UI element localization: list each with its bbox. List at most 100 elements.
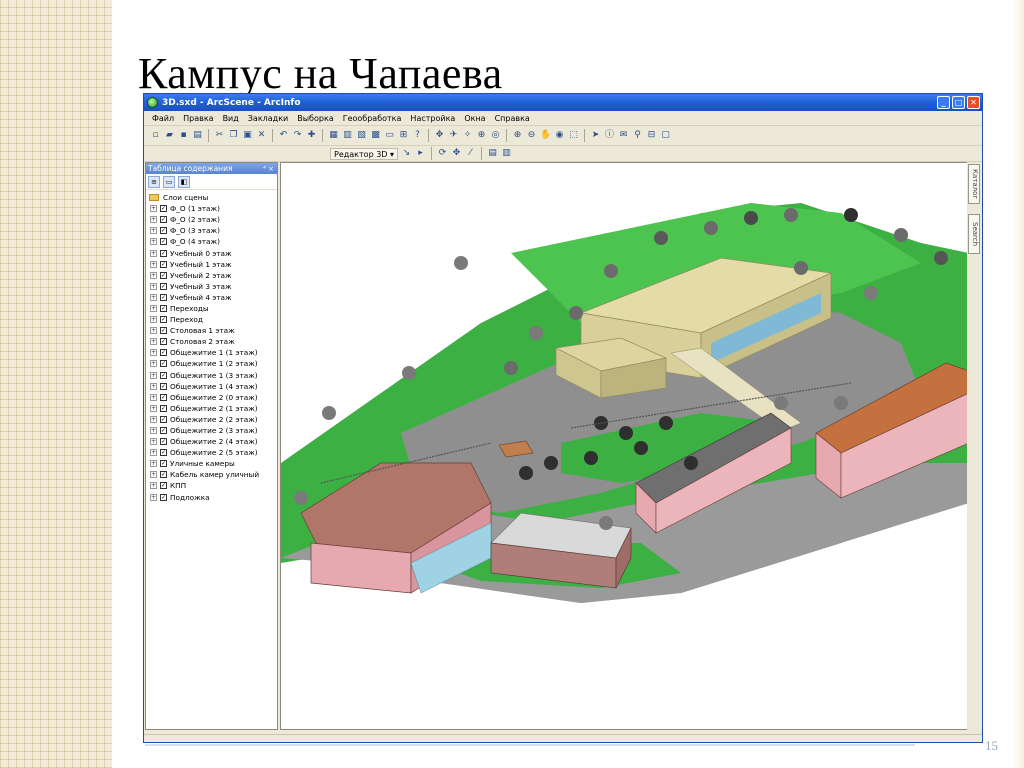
measure-icon[interactable]: ⊟: [646, 130, 657, 141]
expand-icon[interactable]: +: [150, 427, 157, 435]
layer-item[interactable]: + ✓ Общежитие 1 (4 этаж): [146, 381, 277, 392]
sketch-tool-icon[interactable]: ▸: [415, 148, 426, 159]
layer-item[interactable]: + ✓ Учебный 0 этаж: [146, 247, 277, 258]
expand-icon[interactable]: +: [150, 260, 157, 268]
full-extent-icon[interactable]: ◉: [554, 130, 565, 141]
expand-icon[interactable]: +: [150, 282, 157, 290]
menu-selection[interactable]: Выборка: [297, 114, 333, 123]
layer-item[interactable]: + ✓ Подложка: [146, 492, 277, 503]
layer-visibility-checkbox[interactable]: ✓: [160, 382, 167, 390]
layer-item[interactable]: + ✓ Ф_О (2 этаж): [146, 214, 277, 225]
layer-item[interactable]: + ✓ Общежитие 2 (1 этаж): [146, 403, 277, 414]
expand-icon[interactable]: +: [150, 304, 157, 312]
scene-layers-root[interactable]: Слои сцены: [146, 192, 277, 203]
copy-icon[interactable]: ❐: [228, 130, 239, 141]
layer-visibility-checkbox[interactable]: ✓: [160, 293, 167, 301]
layer-visibility-checkbox[interactable]: ✓: [160, 216, 167, 224]
expand-icon[interactable]: +: [150, 482, 157, 490]
identify-icon[interactable]: ⓘ: [604, 130, 615, 141]
layer-visibility-checkbox[interactable]: ✓: [160, 404, 167, 412]
expand-icon[interactable]: +: [150, 349, 157, 357]
fly-icon[interactable]: ✈: [448, 130, 459, 141]
set-observer-icon[interactable]: ◎: [490, 130, 501, 141]
layer-item[interactable]: + ✓ Ф_О (4 этаж): [146, 236, 277, 247]
table-icon[interactable]: ▥: [342, 130, 353, 141]
print-icon[interactable]: ▤: [192, 130, 203, 141]
list-by-source-icon[interactable]: ▭: [163, 175, 175, 188]
layer-item[interactable]: + ✓ Ф_О (1 этаж): [146, 203, 277, 214]
add-data-icon[interactable]: ✚: [306, 130, 317, 141]
open-folder-icon[interactable]: ▰: [164, 130, 175, 141]
save-icon[interactable]: ▪: [178, 130, 189, 141]
expand-icon[interactable]: +: [150, 393, 157, 401]
expand-icon[interactable]: +: [150, 493, 157, 501]
3d-scene-viewer[interactable]: [280, 162, 968, 730]
cut-icon[interactable]: ✂: [214, 130, 225, 141]
layer-visibility-checkbox[interactable]: ✓: [160, 304, 167, 312]
find-icon[interactable]: ⚲: [632, 130, 643, 141]
menu-edit[interactable]: Правка: [183, 114, 213, 123]
layer-item[interactable]: + ✓ Столовая 1 этаж: [146, 325, 277, 336]
layer-visibility-checkbox[interactable]: ✓: [160, 349, 167, 357]
layer-visibility-checkbox[interactable]: ✓: [160, 205, 167, 213]
select-features-icon[interactable]: ⬚: [568, 130, 579, 141]
rotate-icon[interactable]: ⟳: [437, 148, 448, 159]
menu-file[interactable]: Файл: [152, 114, 174, 123]
expand-icon[interactable]: +: [150, 460, 157, 468]
layer-visibility-checkbox[interactable]: ✓: [160, 282, 167, 290]
layer-visibility-checkbox[interactable]: ✓: [160, 449, 167, 457]
layer-visibility-checkbox[interactable]: ✓: [160, 316, 167, 324]
layer-visibility-checkbox[interactable]: ✓: [160, 471, 167, 479]
catalog-tab[interactable]: Каталог: [968, 164, 980, 204]
layer-visibility-checkbox[interactable]: ✓: [160, 482, 167, 490]
expand-icon[interactable]: +: [150, 382, 157, 390]
attributes-icon[interactable]: ▤: [487, 148, 498, 159]
close-button[interactable]: ✕: [967, 96, 980, 109]
undo-icon[interactable]: ↶: [278, 130, 289, 141]
menu-help[interactable]: Справка: [495, 114, 530, 123]
layer-item[interactable]: + ✓ Учебный 4 этаж: [146, 292, 277, 303]
layer-visibility-checkbox[interactable]: ✓: [160, 438, 167, 446]
layer-item[interactable]: + ✓ Общежитие 1 (1 этаж): [146, 347, 277, 358]
layer-item[interactable]: + ✓ Общежитие 1 (3 этаж): [146, 370, 277, 381]
layer-visibility-checkbox[interactable]: ✓: [160, 338, 167, 346]
layer-visibility-checkbox[interactable]: ✓: [160, 493, 167, 501]
sketch-properties-icon[interactable]: ▥: [501, 148, 512, 159]
toc-pin-close[interactable]: ⁴ ×: [263, 165, 277, 173]
expand-icon[interactable]: +: [150, 238, 157, 246]
expand-icon[interactable]: +: [150, 327, 157, 335]
catalog-icon[interactable]: ▧: [356, 130, 367, 141]
layer-visibility-checkbox[interactable]: ✓: [160, 227, 167, 235]
layer-item[interactable]: + ✓ Кабель камер уличный: [146, 469, 277, 480]
expand-icon[interactable]: +: [150, 371, 157, 379]
menu-view[interactable]: Вид: [223, 114, 239, 123]
arctoolbox-icon[interactable]: ▩: [370, 130, 381, 141]
delete-icon[interactable]: ✕: [256, 130, 267, 141]
layer-item[interactable]: + ✓ Учебный 3 этаж: [146, 281, 277, 292]
expand-icon[interactable]: +: [150, 415, 157, 423]
layer-item[interactable]: + ✓ Переходы: [146, 303, 277, 314]
campus-3d-scene[interactable]: [281, 163, 968, 730]
expand-icon[interactable]: +: [150, 271, 157, 279]
animation-icon[interactable]: ▢: [660, 130, 671, 141]
expand-icon[interactable]: +: [150, 205, 157, 213]
layer-item[interactable]: + ✓ Учебный 1 этаж: [146, 259, 277, 270]
layer-item[interactable]: + ✓ Уличные камеры: [146, 458, 277, 469]
expand-icon[interactable]: +: [150, 471, 157, 479]
expand-icon[interactable]: +: [150, 438, 157, 446]
expand-icon[interactable]: +: [150, 249, 157, 257]
layer-visibility-checkbox[interactable]: ✓: [160, 460, 167, 468]
layer-icon[interactable]: ▦: [328, 130, 339, 141]
expand-icon[interactable]: +: [150, 404, 157, 412]
split-icon[interactable]: ⁄: [465, 148, 476, 159]
layer-visibility-checkbox[interactable]: ✓: [160, 393, 167, 401]
editor-3d-dropdown[interactable]: Редактор 3D ▾: [330, 147, 398, 160]
expand-icon[interactable]: +: [150, 360, 157, 368]
select-elements-icon[interactable]: ➤: [590, 130, 601, 141]
layer-visibility-checkbox[interactable]: ✓: [160, 260, 167, 268]
expand-icon[interactable]: +: [150, 316, 157, 324]
layer-visibility-checkbox[interactable]: ✓: [160, 238, 167, 246]
paste-icon[interactable]: ▣: [242, 130, 253, 141]
layer-visibility-checkbox[interactable]: ✓: [160, 271, 167, 279]
layer-item[interactable]: + ✓ Ф_О (3 этаж): [146, 225, 277, 236]
